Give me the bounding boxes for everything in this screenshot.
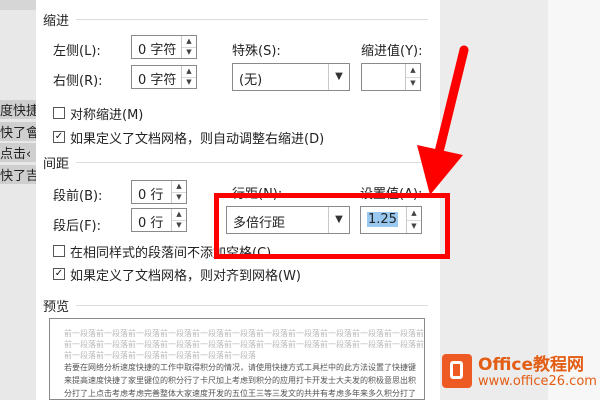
watermark-title: Office教程网 bbox=[478, 355, 585, 375]
office-logo-icon bbox=[442, 354, 472, 388]
watermark-url: www.office26.com bbox=[478, 374, 597, 389]
site-watermark: Office教程网 www.office26.com bbox=[440, 350, 600, 400]
annotation-arrow-icon bbox=[417, 45, 469, 195]
